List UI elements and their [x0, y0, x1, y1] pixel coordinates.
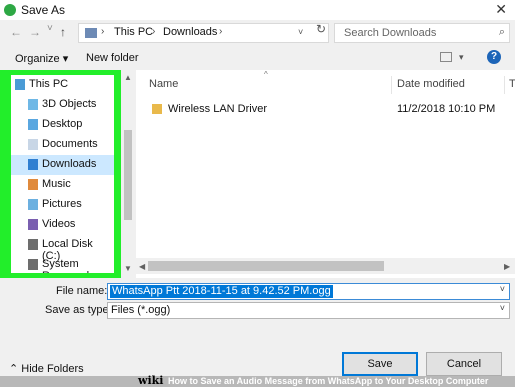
sidebar-item-label: Downloads — [42, 158, 97, 170]
navigation-pane: This PC 3D Objects Desktop Documents Downloa… — [0, 70, 135, 278]
monitor-icon — [15, 79, 25, 90]
chevron-down-icon[interactable]: ˅ — [500, 284, 505, 294]
column-header-date-modified[interactable]: Date modified — [397, 78, 465, 90]
search-icon: ⌕ — [498, 26, 505, 38]
file-name-label: File name: — [56, 285, 108, 297]
sort-ascending-icon: ^ — [264, 70, 268, 79]
scroll-right-icon[interactable]: ▶ — [504, 262, 510, 271]
sidebar-item-documents[interactable]: Documents — [11, 135, 114, 155]
save-button[interactable]: Save — [342, 352, 418, 376]
sidebar-item-label: 3D Objects — [42, 98, 97, 110]
chevron-down-icon[interactable]: ˅ — [500, 303, 505, 313]
list-item[interactable]: Wireless LAN Driver 11/2/2018 10:10 PM — [146, 100, 506, 120]
up-arrow-icon[interactable]: ↑ — [60, 25, 66, 39]
caption-text: How to Save an Audio Message from WhatsA… — [168, 376, 489, 386]
back-arrow-icon[interactable]: ← — [10, 25, 22, 39]
disk-icon — [28, 239, 38, 250]
sidebar-item-this-pc[interactable]: This PC — [11, 75, 114, 95]
scroll-up-icon[interactable]: ▲ — [124, 73, 132, 82]
folder-icon — [152, 104, 162, 114]
disk-icon — [28, 259, 38, 270]
sidebar-item-label: Desktop — [42, 118, 83, 130]
sidebar-item-label: This PC — [29, 78, 69, 90]
caption-bar: wiki How to Save an Audio Message from W… — [0, 374, 515, 387]
search-input[interactable]: Search Downloads ⌕ — [334, 23, 510, 43]
nav-scrollbar[interactable]: ▲ ▼ — [121, 70, 135, 278]
sidebar-item-videos[interactable]: Videos — [11, 215, 114, 235]
address-dropdown-icon[interactable]: ˅ — [298, 27, 303, 37]
whatsapp-icon — [4, 4, 16, 16]
sidebar-item-label: Pictures — [42, 198, 82, 210]
path-separator-icon[interactable]: › — [101, 26, 104, 37]
sidebar-item-label: Music — [42, 178, 71, 190]
save-as-type-value: Files (*.ogg) — [111, 304, 171, 316]
breadcrumb-downloads[interactable]: Downloads — [163, 26, 217, 38]
view-dropdown-icon[interactable]: ▾ — [459, 52, 464, 63]
column-divider[interactable] — [504, 76, 505, 94]
sidebar-item-desktop[interactable]: Desktop — [11, 115, 114, 135]
wikihow-logo: wiki — [138, 374, 164, 387]
address-bar[interactable]: › This PC › Downloads › ˅ — [78, 23, 329, 43]
title-bar: Save As ✕ — [0, 0, 515, 20]
desktop-folder-icon — [28, 119, 38, 130]
file-list: ^ Name Date modified T Wireless LAN Driv… — [136, 70, 515, 278]
cube-icon — [28, 99, 38, 110]
path-separator-icon[interactable]: › — [219, 26, 222, 37]
scroll-left-icon[interactable]: ◀ — [139, 262, 145, 271]
address-row: ← → ˅ ↑ › This PC › Downloads › ˅ ↻ Sear… — [0, 20, 515, 46]
window-title: Save As — [21, 3, 66, 17]
download-icon — [28, 159, 38, 170]
horizontal-scrollbar[interactable]: ◀ ▶ — [136, 258, 515, 274]
documents-icon — [28, 139, 38, 150]
refresh-icon[interactable]: ↻ — [316, 22, 326, 36]
horizontal-scroll-thumb[interactable] — [148, 261, 384, 271]
file-name-value: WhatsApp Ptt 2018-11-15 at 9.42.52 PM.og… — [110, 285, 333, 298]
nav-scroll-thumb[interactable] — [124, 130, 132, 220]
sidebar-item-local-disk-c[interactable]: Local Disk (C:) — [11, 235, 114, 262]
file-date: 11/2/2018 10:10 PM — [397, 103, 496, 115]
sidebar-item-pictures[interactable]: Pictures — [11, 195, 114, 215]
pictures-icon — [28, 199, 38, 210]
help-icon[interactable]: ? — [487, 50, 501, 64]
file-name: Wireless LAN Driver — [168, 103, 268, 115]
sidebar-item-system-reserved[interactable]: System Reserved — [11, 255, 114, 273]
recent-locations-icon[interactable]: ˅ — [47, 23, 53, 34]
search-placeholder: Search Downloads — [344, 27, 437, 39]
view-options-icon[interactable] — [440, 52, 452, 62]
save-as-type-select[interactable]: Files (*.ogg) ˅ — [107, 302, 510, 319]
sidebar-item-3d-objects[interactable]: 3D Objects — [11, 95, 114, 115]
forward-arrow-icon[interactable]: → — [29, 25, 41, 39]
column-divider[interactable] — [391, 76, 392, 94]
navigation-tree: This PC 3D Objects Desktop Documents Downloa… — [11, 75, 114, 273]
hide-folders-button[interactable]: ⌃ Hide Folders — [9, 362, 84, 375]
column-header-type[interactable]: T — [509, 78, 515, 90]
sidebar-item-label: Videos — [42, 218, 76, 230]
close-icon[interactable]: ✕ — [495, 1, 507, 18]
sidebar-item-label: Documents — [42, 138, 98, 150]
sidebar-item-label: System Reserved — [42, 258, 89, 273]
videos-icon — [28, 219, 38, 230]
save-as-dialog: Save As ✕ ← → ˅ ↑ › This PC › Downloads … — [0, 0, 515, 376]
toolbar: Organize ▾ New folder ▾ ? — [0, 46, 515, 70]
organize-button[interactable]: Organize ▾ — [15, 52, 68, 65]
music-icon — [28, 179, 38, 190]
column-header-name[interactable]: Name — [149, 78, 178, 90]
sidebar-item-music[interactable]: Music — [11, 175, 114, 195]
path-separator-icon[interactable]: › — [152, 26, 155, 37]
breadcrumb-this-pc[interactable]: This PC — [114, 26, 153, 38]
new-folder-button[interactable]: New folder — [86, 52, 139, 64]
folder-path-icon — [85, 28, 97, 38]
file-name-input[interactable]: WhatsApp Ptt 2018-11-15 at 9.42.52 PM.og… — [107, 283, 510, 300]
save-as-type-label: Save as type: — [45, 304, 112, 316]
sidebar-item-downloads[interactable]: Downloads — [11, 155, 114, 175]
cancel-button[interactable]: Cancel — [426, 352, 502, 376]
scroll-down-icon[interactable]: ▼ — [124, 264, 132, 273]
